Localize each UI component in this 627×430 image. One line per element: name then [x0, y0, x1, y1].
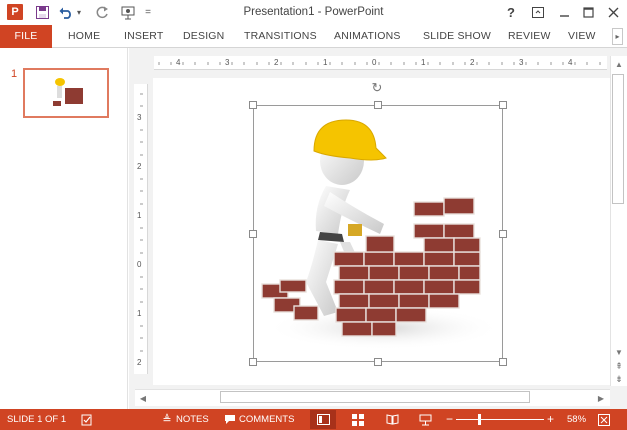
ruler-label: 3 [137, 113, 142, 122]
notes-icon[interactable]: ≜ [161, 412, 173, 427]
zoom-out-button[interactable]: − [446, 409, 453, 430]
restore-icon[interactable] [577, 3, 599, 21]
resize-handle[interactable] [249, 101, 257, 109]
tab-slide-show[interactable]: SLIDE SHOW [423, 25, 491, 48]
minimize-icon[interactable] [553, 3, 575, 21]
next-slide-icon[interactable]: ⇟ [612, 373, 626, 385]
tab-insert[interactable]: INSERT [124, 25, 164, 48]
tab-review[interactable]: REVIEW [508, 25, 551, 48]
reading-view-icon[interactable] [385, 412, 399, 427]
comments-button[interactable]: COMMENTS [239, 409, 294, 430]
ruler-label: 1 [137, 211, 142, 220]
zoom-slider-thumb[interactable] [478, 414, 482, 425]
zoom-in-button[interactable]: + [547, 409, 554, 430]
ruler-label: 1 [137, 309, 142, 318]
ribbon-tabs: FILE HOME INSERT DESIGN TRANSITIONS ANIM… [0, 25, 627, 48]
tab-view[interactable]: VIEW [568, 25, 596, 48]
thumbnail-worker-image [53, 78, 83, 106]
ruler-label: 1 [323, 58, 328, 67]
tab-transitions[interactable]: TRANSITIONS [244, 25, 317, 48]
redo-icon[interactable] [94, 4, 110, 21]
vertical-ruler-ticks [140, 93, 143, 352]
fit-slide-to-window-icon[interactable] [597, 412, 611, 427]
tab-animations[interactable]: ANIMATIONS [334, 25, 401, 48]
ruler-label: 2 [274, 58, 279, 67]
ruler-label: 4 [568, 58, 573, 67]
horizontal-ruler: 4 3 2 1 0 1 2 3 4 [154, 56, 607, 70]
ruler-label: 2 [470, 58, 475, 67]
scroll-down-icon[interactable]: ▼ [612, 346, 626, 358]
resize-handle[interactable] [499, 358, 507, 366]
tab-file[interactable]: FILE [0, 25, 52, 48]
comments-icon[interactable] [223, 412, 237, 427]
resize-handle[interactable] [374, 101, 382, 109]
tab-home[interactable]: HOME [68, 25, 100, 48]
help-icon[interactable]: ? [500, 3, 522, 21]
vertical-scroll-thumb[interactable] [612, 74, 624, 204]
undo-icon[interactable] [58, 4, 74, 21]
ruler-label: 0 [137, 260, 142, 269]
image-selection-frame [253, 105, 503, 362]
slide-thumbnail[interactable] [23, 68, 109, 118]
scroll-up-icon[interactable]: ▲ [612, 58, 626, 70]
ruler-label: 1 [421, 58, 426, 67]
horizontal-ruler-ticks [158, 62, 601, 65]
resize-handle[interactable] [249, 230, 257, 238]
ribbon-scroll-right-icon[interactable]: ▸ [612, 28, 623, 45]
notes-button[interactable]: NOTES [176, 409, 209, 430]
slide-show-icon[interactable] [418, 412, 432, 427]
resize-handle[interactable] [499, 101, 507, 109]
customize-qat-icon[interactable]: = [143, 4, 153, 21]
status-bar: SLIDE 1 OF 1 ≜ NOTES COMMENTS − + 58% [0, 409, 627, 430]
title-bar: P ▾ = Presentation1 - PowerPoint ? [0, 0, 627, 25]
rotate-handle-icon[interactable]: ↻ [370, 80, 384, 95]
scroll-left-icon[interactable]: ◀ [136, 392, 150, 404]
ribbon-display-options-icon[interactable] [527, 3, 549, 21]
zoom-level[interactable]: 58% [567, 409, 586, 430]
ruler-label: 2 [137, 358, 142, 367]
tab-design[interactable]: DESIGN [183, 25, 224, 48]
spelling-check-icon[interactable] [80, 412, 94, 427]
ruler-label: 0 [372, 58, 377, 67]
undo-dropdown-icon[interactable]: ▾ [75, 4, 83, 21]
save-icon[interactable] [34, 4, 50, 21]
previous-slide-icon[interactable]: ⇞ [612, 360, 626, 372]
slide-thumbnail-pane: 1 [0, 48, 128, 409]
horizontal-scroll-thumb[interactable] [220, 391, 530, 403]
normal-view-icon[interactable] [316, 412, 330, 427]
resize-handle[interactable] [249, 358, 257, 366]
ruler-label: 4 [176, 58, 181, 67]
slide-sorter-icon[interactable] [351, 412, 365, 427]
slide-number: 1 [11, 68, 18, 80]
scroll-right-icon[interactable]: ▶ [594, 392, 608, 404]
close-icon[interactable] [602, 3, 624, 21]
slide-indicator[interactable]: SLIDE 1 OF 1 [7, 409, 66, 430]
vertical-ruler: 3 2 1 0 1 2 [134, 84, 148, 374]
start-from-beginning-icon[interactable] [119, 4, 137, 21]
ruler-label: 3 [225, 58, 230, 67]
resize-handle[interactable] [374, 358, 382, 366]
ruler-label: 3 [519, 58, 524, 67]
resize-handle[interactable] [499, 230, 507, 238]
zoom-slider-track[interactable] [456, 419, 544, 420]
powerpoint-logo-icon[interactable]: P [7, 4, 23, 20]
ruler-label: 2 [137, 162, 142, 171]
